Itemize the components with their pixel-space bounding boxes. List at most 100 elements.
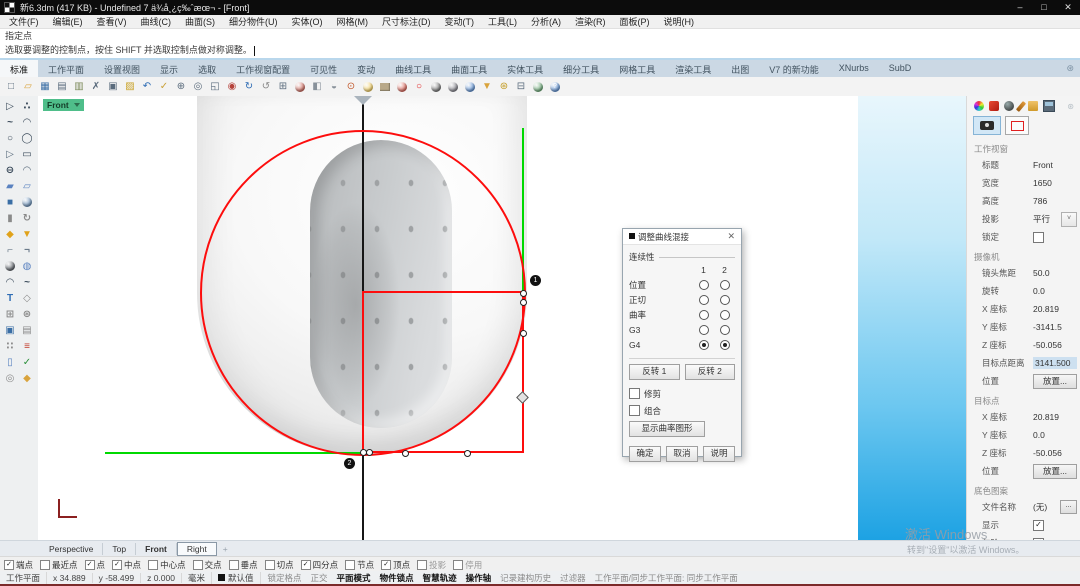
sphere-icon[interactable] — [19, 195, 35, 209]
layers-tab-icon[interactable] — [989, 101, 999, 111]
folder-tab-icon[interactable] — [1028, 101, 1038, 111]
osnap-checkbox[interactable] — [265, 560, 275, 570]
toolbar-tab[interactable]: 显示 — [150, 60, 188, 77]
blend-curve-icon[interactable]: ◠ — [2, 275, 18, 289]
dialog-title-bar[interactable]: 调整曲线混接 ✕ — [623, 229, 741, 245]
lock-icon[interactable] — [378, 80, 392, 94]
command-prompt-line[interactable]: 选取要调整的控制点，按住 SHIFT 并选取控制点做对称调整。 — [0, 43, 1080, 57]
toolbar-tab[interactable]: SubD — [879, 60, 922, 77]
control-point[interactable] — [402, 450, 409, 457]
osnap-item[interactable]: ✓ 四分点 — [301, 559, 339, 571]
radio-col1[interactable] — [699, 325, 709, 335]
array-icon[interactable]: ⊞ — [2, 307, 18, 321]
field-value[interactable]: 786 — [1033, 196, 1077, 206]
display-tab-icon[interactable] — [1004, 101, 1014, 111]
control-point[interactable] — [520, 299, 527, 306]
osnap-item[interactable]: 中心点 — [148, 559, 186, 571]
monitor-tab-icon[interactable] — [1043, 100, 1055, 112]
menu-item[interactable]: 分析(A) — [524, 15, 568, 28]
toolbar-tab[interactable]: 细分工具 — [553, 60, 609, 77]
osnap-item[interactable]: ✓ 端点 — [4, 559, 33, 571]
menu-item[interactable]: 细分物件(U) — [222, 15, 285, 28]
circle-icon[interactable]: ○ — [2, 131, 18, 145]
field-value[interactable]: -50.056 — [1033, 448, 1077, 458]
menu-item[interactable]: 曲线(C) — [134, 15, 179, 28]
undo-icon[interactable]: ↶ — [140, 80, 154, 94]
point-grid-icon[interactable]: ∷ — [2, 339, 18, 353]
osnap-item[interactable]: 交点 — [193, 559, 222, 571]
boolean-union-icon[interactable] — [2, 259, 18, 273]
field-value[interactable]: 20.819 — [1033, 304, 1077, 314]
minimize-button[interactable]: – — [1008, 2, 1032, 13]
new-viewport-icon[interactable]: + — [223, 544, 228, 554]
status-toggle[interactable]: 物件锁点 — [380, 572, 414, 584]
toolbar-tab[interactable]: XNurbs — [829, 60, 879, 77]
dialog-checkbox[interactable] — [629, 388, 640, 399]
array-polar-icon[interactable]: ⊛ — [19, 307, 35, 321]
ok-button[interactable]: 确定 — [629, 446, 661, 462]
cut-icon[interactable]: ✗ — [89, 80, 103, 94]
named-view-icon[interactable]: ⊟ — [514, 80, 528, 94]
radio-col1[interactable] — [699, 295, 709, 305]
osnap-checkbox[interactable] — [453, 560, 463, 570]
selected-curve-horizontal[interactable] — [105, 452, 361, 454]
revolve-icon[interactable]: ↻ — [19, 211, 35, 225]
field-value[interactable]: Front — [1033, 160, 1077, 170]
viewport-tab-right[interactable]: Right — [177, 542, 217, 556]
extrude-icon[interactable]: ▤ — [19, 323, 35, 337]
maximize-button[interactable]: □ — [1032, 2, 1056, 13]
toolbar-tab[interactable]: 标准 — [0, 60, 38, 77]
options-gear-icon[interactable]: ⊛ — [497, 80, 511, 94]
shaded-sphere-icon[interactable] — [429, 80, 443, 94]
select-icon[interactable]: ▷ — [2, 99, 18, 113]
field-value[interactable]: (无) — [1033, 501, 1060, 513]
osnap-item[interactable]: ✓ 点 — [85, 559, 106, 571]
dialog-checkbox[interactable] — [629, 405, 640, 416]
block-icon[interactable]: ▣ — [2, 323, 18, 337]
menu-item[interactable]: 查看(V) — [90, 15, 134, 28]
cancel-button[interactable]: 取消 — [666, 446, 698, 462]
command-area[interactable]: 指定点 选取要调整的控制点，按住 SHIFT 并选取控制点做对称调整。 — [0, 28, 1080, 59]
menu-item[interactable]: 曲面(S) — [178, 15, 222, 28]
toolbar-tab[interactable]: 工作平面 — [38, 60, 94, 77]
field-value[interactable]: 50.0 — [1033, 268, 1077, 278]
osnap-checkbox[interactable]: ✓ — [112, 560, 122, 570]
selected-control-point[interactable] — [516, 391, 529, 404]
object-snap-icon[interactable]: ⊙ — [344, 80, 358, 94]
field-value[interactable]: -50.056 — [1033, 340, 1077, 350]
cylinder-icon[interactable]: ▮ — [2, 211, 18, 225]
print-icon[interactable]: ▤ — [55, 80, 69, 94]
filter-icon[interactable]: ▼ — [480, 80, 494, 94]
set-view-icon[interactable] — [293, 80, 307, 94]
browse-button[interactable]: ... — [1060, 500, 1077, 514]
status-toggle[interactable]: 过滤器 — [560, 572, 586, 584]
render-icon[interactable] — [395, 80, 409, 94]
osnap-checkbox[interactable] — [417, 560, 427, 570]
field-checkbox[interactable]: ✓ — [1033, 520, 1044, 531]
menu-item[interactable]: 变动(T) — [438, 15, 482, 28]
toolbar-tab[interactable]: 选取 — [188, 60, 226, 77]
viewport-title-label[interactable]: Front — [43, 99, 84, 111]
lamp-icon[interactable] — [361, 80, 375, 94]
place-button[interactable]: 放置... — [1033, 374, 1077, 389]
osnap-checkbox[interactable] — [345, 560, 355, 570]
osnap-item[interactable]: 节点 — [345, 559, 374, 571]
cplane-button[interactable]: 工作平面 — [0, 572, 47, 584]
dialog-close-icon[interactable]: ✕ — [725, 231, 737, 242]
pen-tab-icon[interactable] — [1016, 101, 1026, 112]
radio-col1[interactable] — [699, 340, 709, 350]
control-point[interactable] — [464, 450, 471, 457]
toolbar-tab[interactable]: 网格工具 — [609, 60, 665, 77]
surface-icon[interactable]: ▰ — [2, 179, 18, 193]
field-value[interactable]: -3141.5 — [1033, 322, 1077, 332]
field-value[interactable]: 0.0 — [1033, 430, 1077, 440]
check-icon[interactable]: ✓ — [19, 355, 35, 369]
torus-icon[interactable]: ◎ — [2, 371, 18, 385]
help-icon[interactable]: ? — [548, 80, 562, 94]
viewport-tab-perspective[interactable]: Perspective — [40, 543, 103, 555]
osnap-checkbox[interactable] — [40, 560, 50, 570]
flip1-button[interactable]: 反转 1 — [629, 364, 680, 380]
toolbar-tab[interactable]: 渲染工具 — [665, 60, 721, 77]
rectangle-icon[interactable]: ▭ — [19, 147, 35, 161]
menu-item[interactable]: 网格(M) — [330, 15, 376, 28]
